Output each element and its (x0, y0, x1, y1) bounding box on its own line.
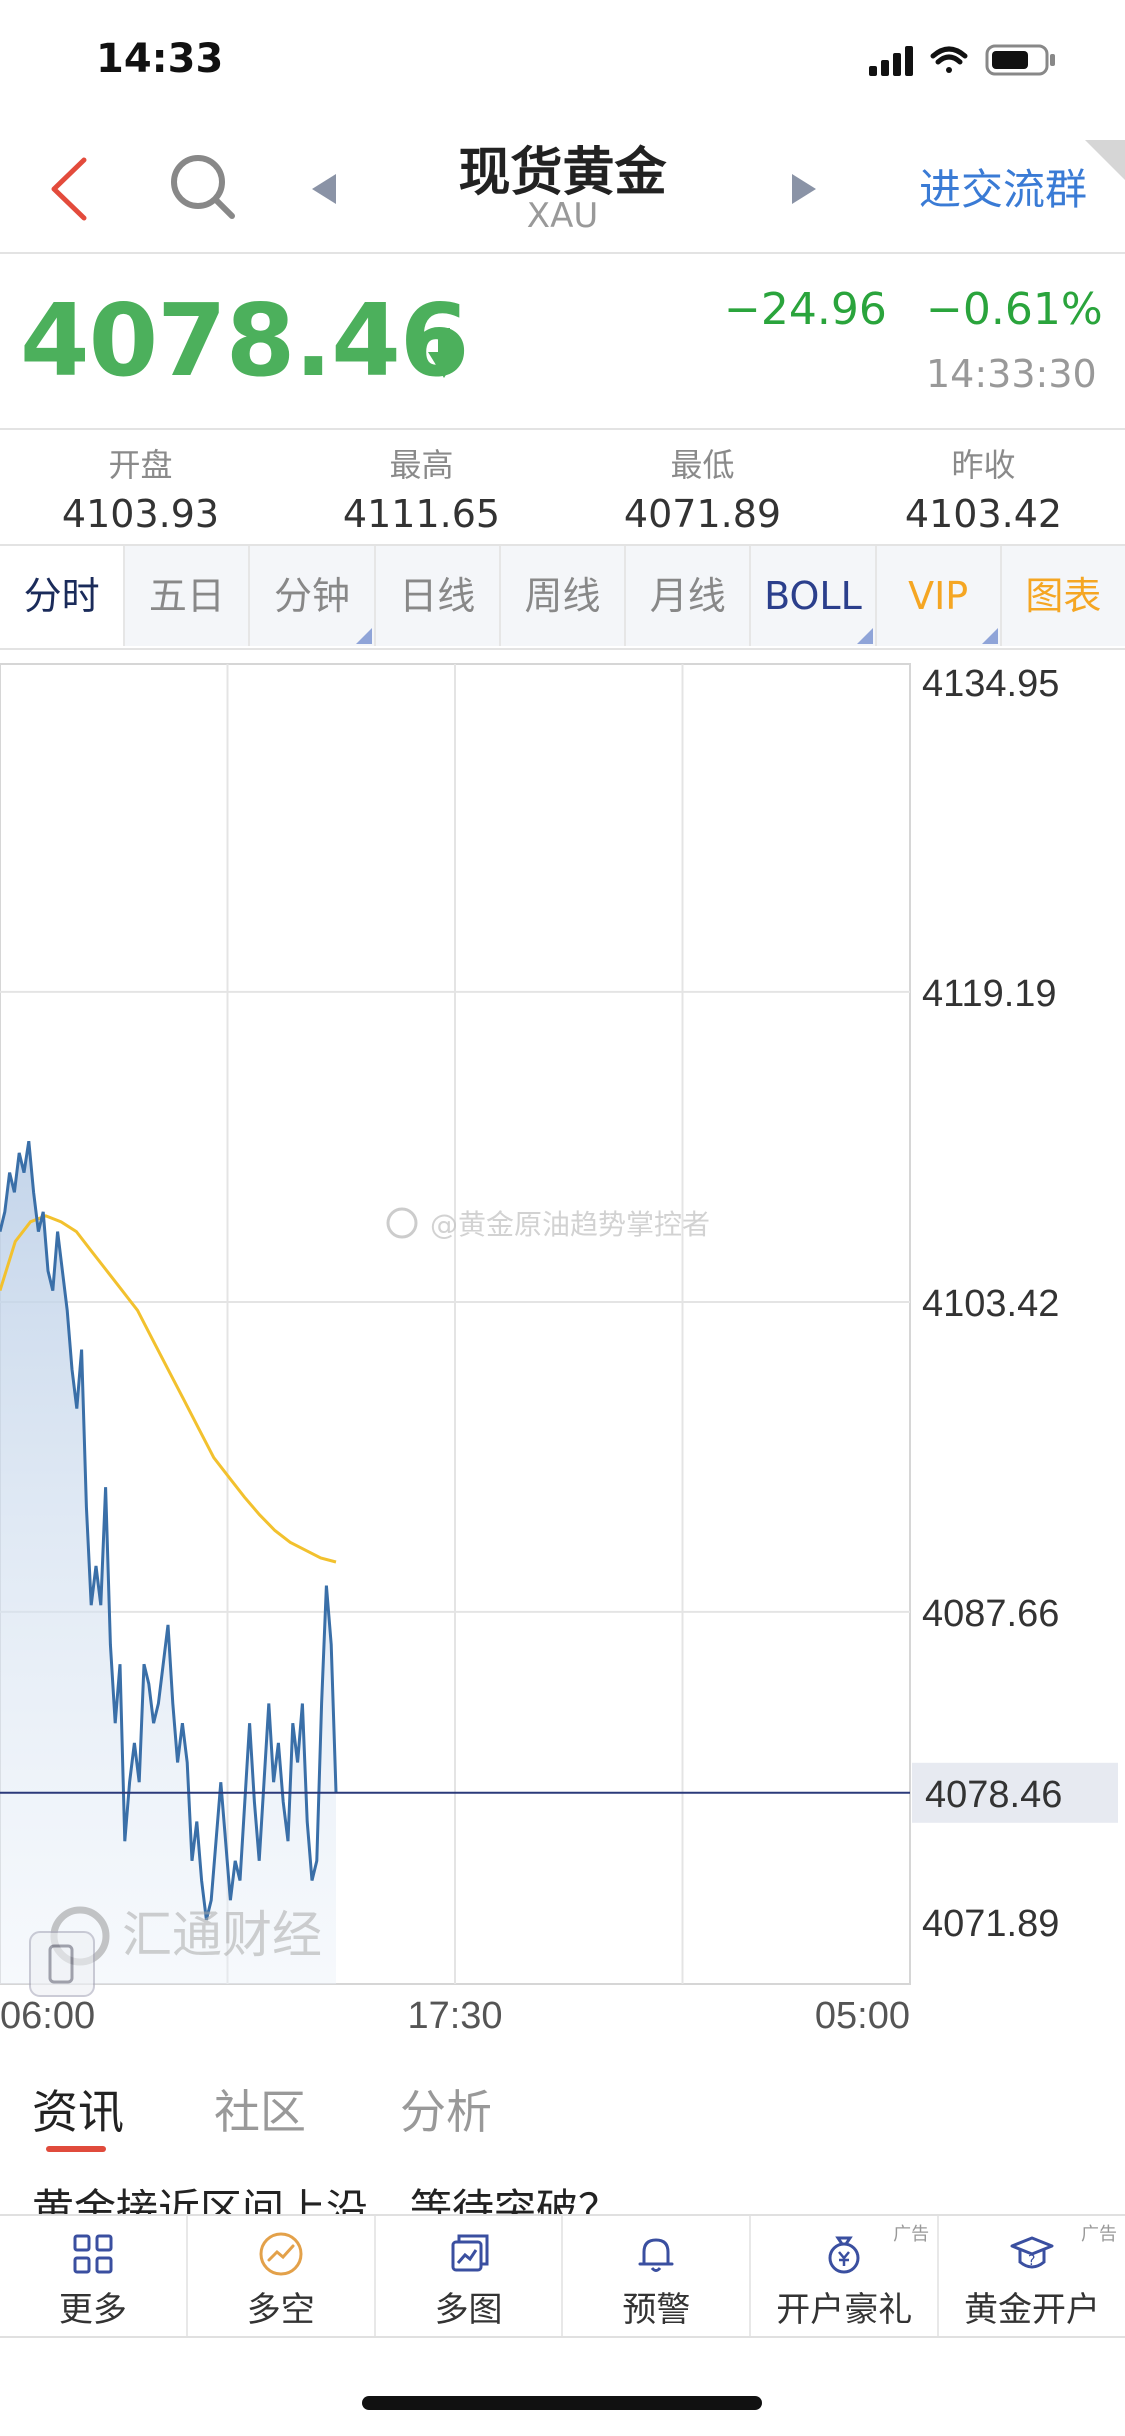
dropdown-corner-icon (981, 628, 998, 644)
stat-label: 最高 (389, 446, 454, 484)
tab-charts[interactable]: 图表 (999, 546, 1125, 646)
bottom-toolbar: 更多 多空 多图 预警 广告 开户豪礼 广告 ? 黄金开户 (0, 2214, 1125, 2338)
battery-icon (985, 44, 1055, 76)
y-axis-ticks: 4134.95 4119.19 4103.42 4087.66 4071.89 (922, 663, 1059, 1945)
stat-open: 开盘 4103.93 (0, 440, 281, 536)
toolbar-long-short[interactable]: 多空 (185, 2216, 374, 2336)
stat-value: 4111.65 (342, 492, 501, 536)
stat-value: 4071.89 (623, 492, 782, 536)
multi-chart-icon (451, 2234, 489, 2272)
stat-prev-close: 昨收 4103.42 (843, 440, 1124, 536)
tab-vip[interactable]: VIP (874, 546, 1000, 646)
tab-community[interactable]: 社区 (214, 2076, 306, 2142)
ad-badge: 广告 (893, 2224, 930, 2245)
toolbar-label: 开户豪礼 (776, 2290, 913, 2330)
stat-label: 最低 (670, 446, 735, 484)
join-group-link[interactable]: 进交流群 (919, 156, 1087, 217)
price-change-pct: −0.61% (926, 284, 1103, 335)
price-chart[interactable]: 4078.46 4134.95 4119.19 4103.42 4087.66 4071… (0, 662, 1125, 2032)
current-price: 4078.46 (20, 282, 469, 399)
tab-five-day[interactable]: 五日 (123, 546, 249, 646)
active-tab-underline (46, 2146, 106, 2152)
x-axis-ticks: 06:00 17:30 05:00 (0, 1995, 910, 2032)
x-tick-label: 17:30 (407, 1995, 502, 2032)
toolbar-label: 预警 (622, 2290, 691, 2330)
tab-label: VIP (908, 574, 969, 618)
stat-label: 开盘 (108, 446, 173, 484)
status-icons (869, 40, 1069, 80)
tab-news[interactable]: 资讯 (32, 2076, 124, 2142)
watermark-text: @黄金原油趋势掌控者 (430, 1208, 710, 1241)
stat-value: 4103.42 (904, 492, 1063, 536)
dropdown-corner-icon (856, 628, 873, 644)
tab-analysis[interactable]: 分析 (400, 2076, 492, 2142)
current-price-label: 4078.46 (925, 1774, 1062, 1816)
trend-circle-icon (259, 2232, 303, 2276)
toolbar-label: 黄金开户 (964, 2290, 1101, 2330)
toolbar-label: 多空 (246, 2290, 315, 2330)
quote-time: 14:33:30 (926, 352, 1097, 396)
y-tick-label: 4103.42 (922, 1283, 1059, 1325)
toolbar-account-gift[interactable]: 广告 开户豪礼 (749, 2216, 937, 2336)
tab-daily[interactable]: 日线 (373, 546, 499, 646)
toolbar-multi-chart[interactable]: 多图 (373, 2216, 562, 2336)
next-triangle-icon[interactable] (788, 172, 820, 206)
price-change: −24.96 (724, 284, 887, 335)
graduation-icon: ? (1010, 2236, 1054, 2269)
y-tick-label: 4119.19 (922, 973, 1057, 1015)
down-arrow-icon (428, 328, 460, 378)
toolbar-label: 多图 (434, 2290, 503, 2330)
rotate-screen-icon (29, 1931, 95, 1997)
x-tick-label: 06:00 (0, 1995, 95, 2032)
tab-minute[interactable]: 分钟 (248, 546, 374, 646)
svg-text:?: ? (1028, 2253, 1035, 2269)
stat-low: 最低 4071.89 (562, 440, 843, 536)
signal-icon (869, 46, 913, 76)
toolbar-gold-account[interactable]: 广告 ? 黄金开户 (937, 2216, 1125, 2336)
nav-bar: 现货黄金 XAU 进交流群 (0, 120, 1125, 254)
y-tick-label: 4071.89 (922, 1903, 1059, 1945)
weibo-watermark: @黄金原油趋势掌控者 (386, 1207, 710, 1241)
x-tick-label: 05:00 (815, 1995, 910, 2032)
toolbar-more[interactable]: 更多 (0, 2216, 186, 2336)
home-indicator (362, 2396, 762, 2410)
period-tabs: 分时 五日 分钟 日线 周线 月线 BOLL VIP 图表 (0, 544, 1125, 650)
status-time: 14:33 (96, 36, 224, 82)
toolbar-label: 更多 (58, 2290, 127, 2330)
wifi-icon (930, 46, 968, 73)
tab-monthly[interactable]: 月线 (624, 546, 750, 646)
y-tick-label: 4087.66 (922, 1593, 1059, 1635)
tab-label: 分钟 (274, 574, 351, 618)
tab-boll[interactable]: BOLL (749, 546, 875, 646)
toolbar-alert[interactable]: 预警 (561, 2216, 749, 2336)
stat-high: 最高 4111.65 (281, 440, 562, 536)
y-tick-label: 4134.95 (922, 663, 1059, 705)
divider (0, 428, 1125, 430)
stat-value: 4103.93 (61, 492, 220, 536)
news-tabs: 资讯 社区 分析 (0, 2070, 1125, 2150)
bell-icon (638, 2238, 674, 2272)
tab-weekly[interactable]: 周线 (498, 546, 625, 646)
logo-text: 汇通财经 (122, 1906, 322, 1964)
stat-label: 昨收 (951, 446, 1016, 484)
tab-intraday[interactable]: 分时 (0, 546, 124, 646)
ad-badge: 广告 (1080, 2224, 1117, 2245)
money-bag-icon (828, 2236, 860, 2274)
tab-label: BOLL (764, 574, 862, 618)
dropdown-corner-icon (355, 628, 372, 644)
grid-icon (73, 2234, 113, 2274)
ad-corner-icon (1085, 140, 1125, 180)
